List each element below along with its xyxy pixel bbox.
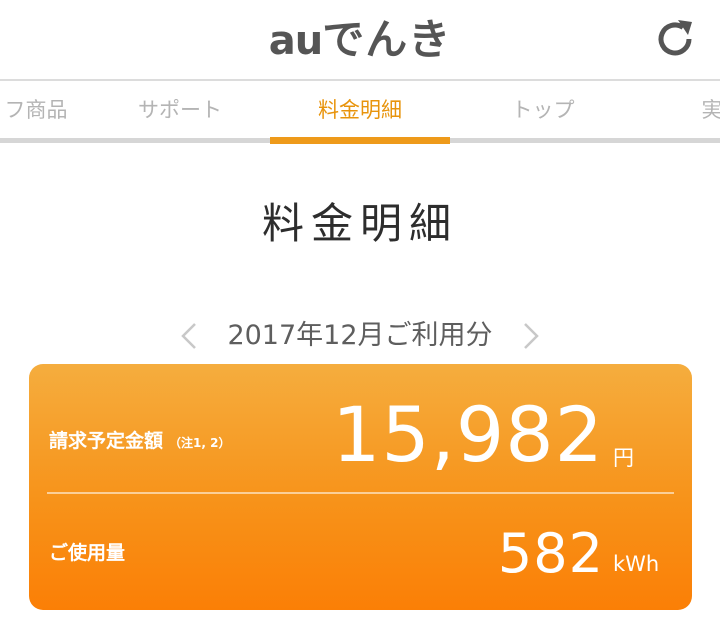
month-navigator: 2017年12月ご利用分: [0, 314, 720, 358]
billing-note: （注1, 2）: [169, 436, 231, 450]
app-header: auでんき: [0, 0, 720, 80]
billing-amount-unit: 円: [613, 446, 634, 470]
tab-products[interactable]: フ商品: [0, 81, 78, 139]
billing-amount-value: 15,982: [332, 390, 604, 479]
active-tab-indicator: [270, 137, 450, 144]
usage-row: ご使用量 582 kWh: [29, 494, 692, 610]
billing-summary-card: 請求予定金額 （注1, 2） 15,982 円 ご使用量 582 kWh: [29, 364, 692, 610]
billing-month-label: 2017年12月ご利用分: [227, 320, 493, 351]
tab-support[interactable]: サポート: [120, 81, 240, 139]
billing-amount-row: 請求予定金額 （注1, 2） 15,982 円: [29, 364, 692, 492]
tab-billing-details[interactable]: 料金明細: [270, 81, 450, 139]
logo-au-text: au: [268, 18, 323, 64]
tab-next[interactable]: 実: [692, 81, 720, 139]
page-title: 料金明細: [261, 199, 458, 248]
billing-label-text: 請求予定金額: [49, 430, 164, 452]
usage-unit: kWh: [613, 552, 660, 576]
usage-amount-value: 582: [497, 522, 604, 585]
usage-label: ご使用量: [49, 542, 126, 564]
chevron-right-icon[interactable]: [520, 320, 542, 352]
tab-bar: フ商品 サポート 料金明細 トップ 実: [0, 81, 720, 143]
logo-denki-text: でんき: [322, 15, 452, 64]
refresh-icon[interactable]: [652, 16, 698, 62]
au-denki-logo: auでんき: [0, 12, 720, 68]
billing-amount-label: 請求予定金額 （注1, 2）: [49, 426, 230, 453]
tab-top[interactable]: トップ: [483, 81, 603, 139]
